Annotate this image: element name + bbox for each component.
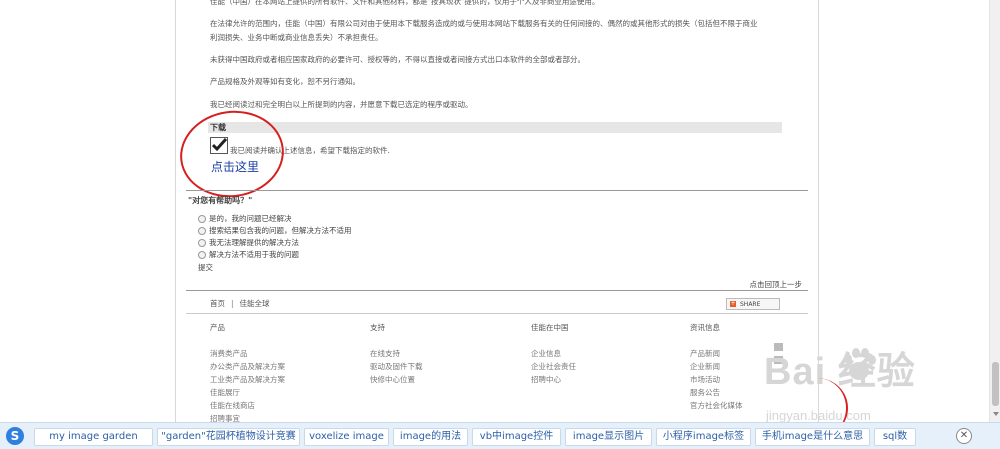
footer-link[interactable]: 企业信息 (531, 347, 576, 360)
footer-link[interactable]: 企业社会责任 (531, 360, 576, 373)
footer-link[interactable]: 佳能在线商店 (210, 399, 285, 412)
footer-link[interactable]: 驱动及固件下载 (370, 360, 423, 373)
terms-paragraph-spec: 产品规格及外观等如有变化，恕不另行通知。 (210, 77, 360, 86)
radio-button[interactable] (198, 214, 206, 223)
footer-link[interactable]: 官方社会化媒体 (690, 399, 743, 412)
helpful-question-title: "对您有帮助吗？" (188, 196, 253, 205)
terms-paragraph-export: 未获得中国政府或者相应国家政府的必要许可、授权等的，不得以直接或者间接方式出口本… (210, 55, 585, 64)
share-button[interactable]: + SHARE (726, 298, 780, 310)
footer-link[interactable]: 在线支持 (370, 347, 423, 360)
terms-line: 利润损失、业务中断或商业信息丢失）不承担责任。 (210, 33, 383, 42)
suggestion-chip[interactable]: image的用法 (393, 428, 468, 446)
feedback-option[interactable]: 搜索结果包含我的问题，但解决方法不适用 (198, 225, 352, 236)
suggestion-chip[interactable]: 手机image是什么意思 (755, 428, 870, 446)
footer-column-news: 资讯信息 产品新闻 企业新闻 市场活动 服务公告 官方社会化媒体 (690, 322, 743, 412)
baidu-paw-icon (844, 348, 876, 380)
footer-link[interactable]: 办公类产品及解决方案 (210, 360, 285, 373)
footer-link[interactable]: 招聘中心 (531, 373, 576, 386)
footer-column-heading: 产品 (210, 323, 225, 332)
close-icon[interactable]: ✕ (956, 428, 972, 444)
footer-link[interactable]: 消费类产品 (210, 347, 285, 360)
footer-home-link[interactable]: 首页 (210, 299, 225, 308)
suggestion-chip[interactable]: "garden"花园杯植物设计竞赛 (157, 428, 300, 446)
footer-column-support: 支持 在线支持 驱动及固件下载 快修中心位置 (370, 322, 423, 386)
suggestion-chip[interactable]: my image garden (34, 428, 153, 446)
download-section-bar (208, 122, 782, 133)
search-suggestion-bar: S my image garden "garden"花园杯植物设计竞赛 voxe… (0, 422, 1000, 449)
footer-column-heading: 支持 (370, 323, 385, 332)
radio-button[interactable] (198, 226, 206, 235)
footer-column-heading: 资讯信息 (690, 323, 720, 332)
separator: | (231, 299, 234, 308)
terms-paragraph-consent: 我已经阅读过和完全明白以上所提到的内容，并愿意下载已选定的程序或驱动。 (210, 100, 473, 109)
content-page: 佳能（中国）在本网站上提供的所有软件、文件和其他材料，都是"按其现状"提供的，仅… (175, 0, 819, 422)
scrollbar-thumb[interactable] (992, 362, 999, 406)
footer-column-canon-china: 佳能在中国 企业信息 企业社会责任 招聘中心 (531, 322, 576, 386)
footer-link[interactable]: 企业新闻 (690, 360, 743, 373)
feedback-option-label: 我无法理解提供的解决方法 (209, 238, 299, 247)
divider (186, 313, 808, 314)
suggestion-chip[interactable]: 小程序image标签 (656, 428, 751, 446)
footer-link[interactable]: 工业类产品及解决方案 (210, 373, 285, 386)
terms-line: 在法律允许的范围内，佳能（中国）有限公司对由于使用本下载服务造成的或与使用本网站… (210, 19, 758, 28)
feedback-option[interactable]: 是的，我的问题已经解决 (198, 213, 292, 224)
scroll-down-arrow-icon[interactable] (993, 412, 999, 416)
suggestion-chip[interactable]: voxelize image (304, 428, 389, 446)
feedback-option-label: 解决方法不适用于我的问题 (209, 250, 299, 259)
footer-link[interactable]: 佳能展厅 (210, 386, 285, 399)
feedback-option[interactable]: 解决方法不适用于我的问题 (198, 249, 299, 260)
suggestion-chip[interactable]: sql数 (874, 428, 916, 446)
vertical-scrollbar[interactable] (989, 0, 1000, 422)
footer-column-products: 产品 消费类产品 办公类产品及解决方案 工业类产品及解决方案 佳能展厅 佳能在线… (210, 322, 285, 422)
sogou-logo-icon[interactable]: S (6, 427, 24, 445)
divider (186, 190, 808, 191)
feedback-option-label: 搜索结果包含我的问题，但解决方法不适用 (209, 226, 352, 235)
feedback-option[interactable]: 我无法理解提供的解决方法 (198, 237, 299, 248)
suggestion-chip[interactable]: vb中image控件 (472, 428, 561, 446)
radio-button[interactable] (198, 238, 206, 247)
submit-feedback-link[interactable]: 提交 (198, 262, 213, 273)
suggestion-chip[interactable]: image显示图片 (565, 428, 652, 446)
footer-link[interactable]: 市场活动 (690, 373, 743, 386)
terms-paragraph-liability: 在法律允许的范围内，佳能（中国）有限公司对由于使用本下载服务造成的或与使用本网站… (210, 17, 790, 45)
terms-paragraph-partial: 佳能（中国）在本网站上提供的所有软件、文件和其他材料，都是"按其现状"提供的，仅… (210, 0, 600, 6)
footer-column-heading: 佳能在中国 (531, 323, 569, 332)
footer-links: 首页 | 佳能全球 (210, 298, 270, 309)
feedback-option-label: 是的，我的问题已经解决 (209, 214, 292, 223)
footer-global-link[interactable]: 佳能全球 (240, 299, 270, 308)
radio-button[interactable] (198, 250, 206, 259)
footer-link[interactable]: 服务公告 (690, 386, 743, 399)
footer-link[interactable]: 产品新闻 (690, 347, 743, 360)
footer-link[interactable]: 招聘事宜 (210, 412, 285, 422)
left-margin (0, 0, 175, 448)
red-circle-annotation (176, 104, 290, 204)
back-to-top-link[interactable]: 点击回顶上一步 (750, 279, 803, 290)
divider (186, 290, 808, 291)
footer-link[interactable]: 快修中心位置 (370, 373, 423, 386)
share-label: SHARE (740, 300, 761, 308)
share-plus-icon: + (730, 300, 736, 307)
